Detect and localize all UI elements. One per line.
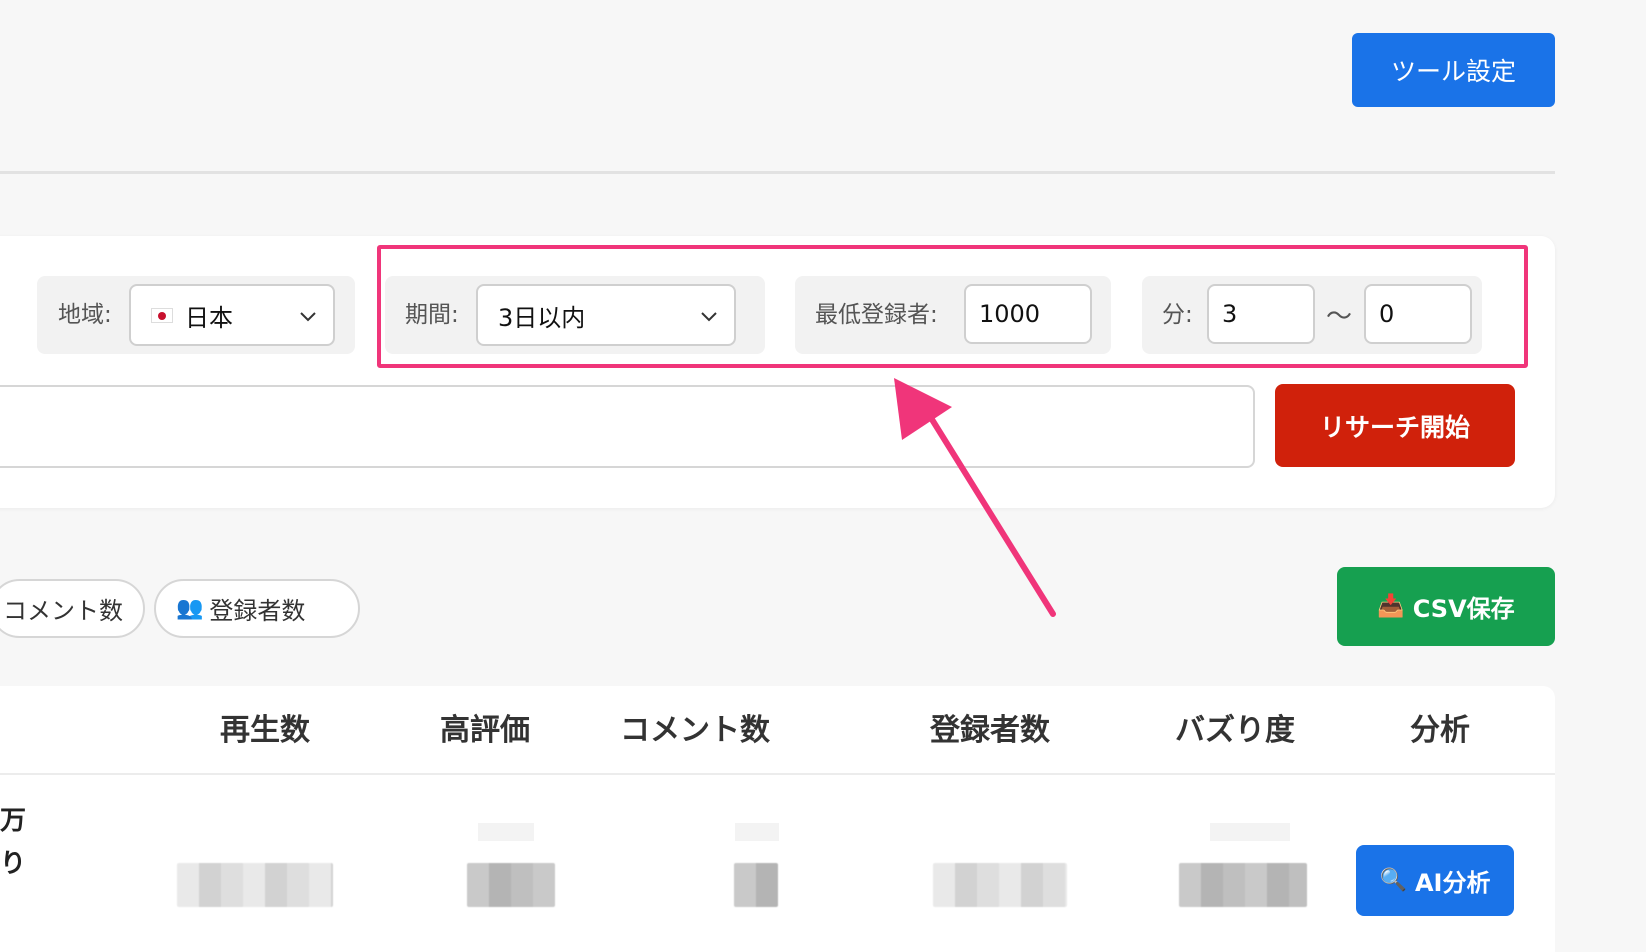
csv-save-button[interactable]: 📥 CSV保存 [1337, 567, 1555, 646]
magnifier-icon: 🔍 [1379, 868, 1407, 893]
redacted-cell-subscribers [933, 863, 1067, 907]
csv-save-label: CSV保存 [1412, 595, 1515, 623]
table-header-divider [0, 773, 1555, 775]
redacted-cell [1210, 823, 1290, 841]
filters-highlight-box [377, 245, 1528, 368]
region-label: 地域: [58, 302, 112, 328]
column-header-buzz[interactable]: バズり度 [1160, 706, 1310, 756]
redacted-cell-buzz [1179, 863, 1307, 907]
ai-analysis-button[interactable]: 🔍 AI分析 [1356, 845, 1514, 916]
tool-settings-button[interactable]: ツール設定 [1352, 33, 1555, 107]
chevron-down-icon [300, 312, 316, 322]
column-header-likes[interactable]: 高評価 [425, 706, 545, 756]
sort-chip-comments[interactable]: コメント数 [0, 579, 145, 638]
keyword-input[interactable] [0, 385, 1255, 468]
redacted-cell [478, 823, 534, 841]
inbox-tray-icon: 📥 [1377, 594, 1405, 619]
column-header-comments[interactable]: コメント数 [605, 706, 785, 756]
redacted-cell-comments [734, 863, 778, 907]
sort-chip-subscribers[interactable]: 👥 登録者数 [154, 579, 360, 638]
sort-chip-subscribers-label: 登録者数 [209, 597, 306, 625]
people-icon: 👥 [176, 596, 204, 621]
redacted-cell-likes [467, 863, 555, 907]
column-header-views[interactable]: 再生数 [190, 706, 340, 756]
column-header-analysis: 分析 [1410, 713, 1470, 748]
row-title-fragment: 万 [0, 806, 27, 836]
start-research-button[interactable]: リサーチ開始 [1275, 384, 1515, 467]
redacted-cell-views [177, 863, 333, 907]
region-value: 日本 [185, 303, 233, 332]
ai-analysis-label: AI分析 [1414, 869, 1491, 897]
header-divider [0, 171, 1555, 174]
japan-flag-icon [151, 307, 173, 323]
redacted-cell [735, 823, 779, 841]
sort-chip-comments-label: コメント数 [3, 597, 123, 625]
column-header-subscribers[interactable]: 登録者数 [915, 706, 1065, 756]
row-title-fragment: り [0, 849, 27, 879]
region-select[interactable]: 日本 [129, 284, 335, 346]
